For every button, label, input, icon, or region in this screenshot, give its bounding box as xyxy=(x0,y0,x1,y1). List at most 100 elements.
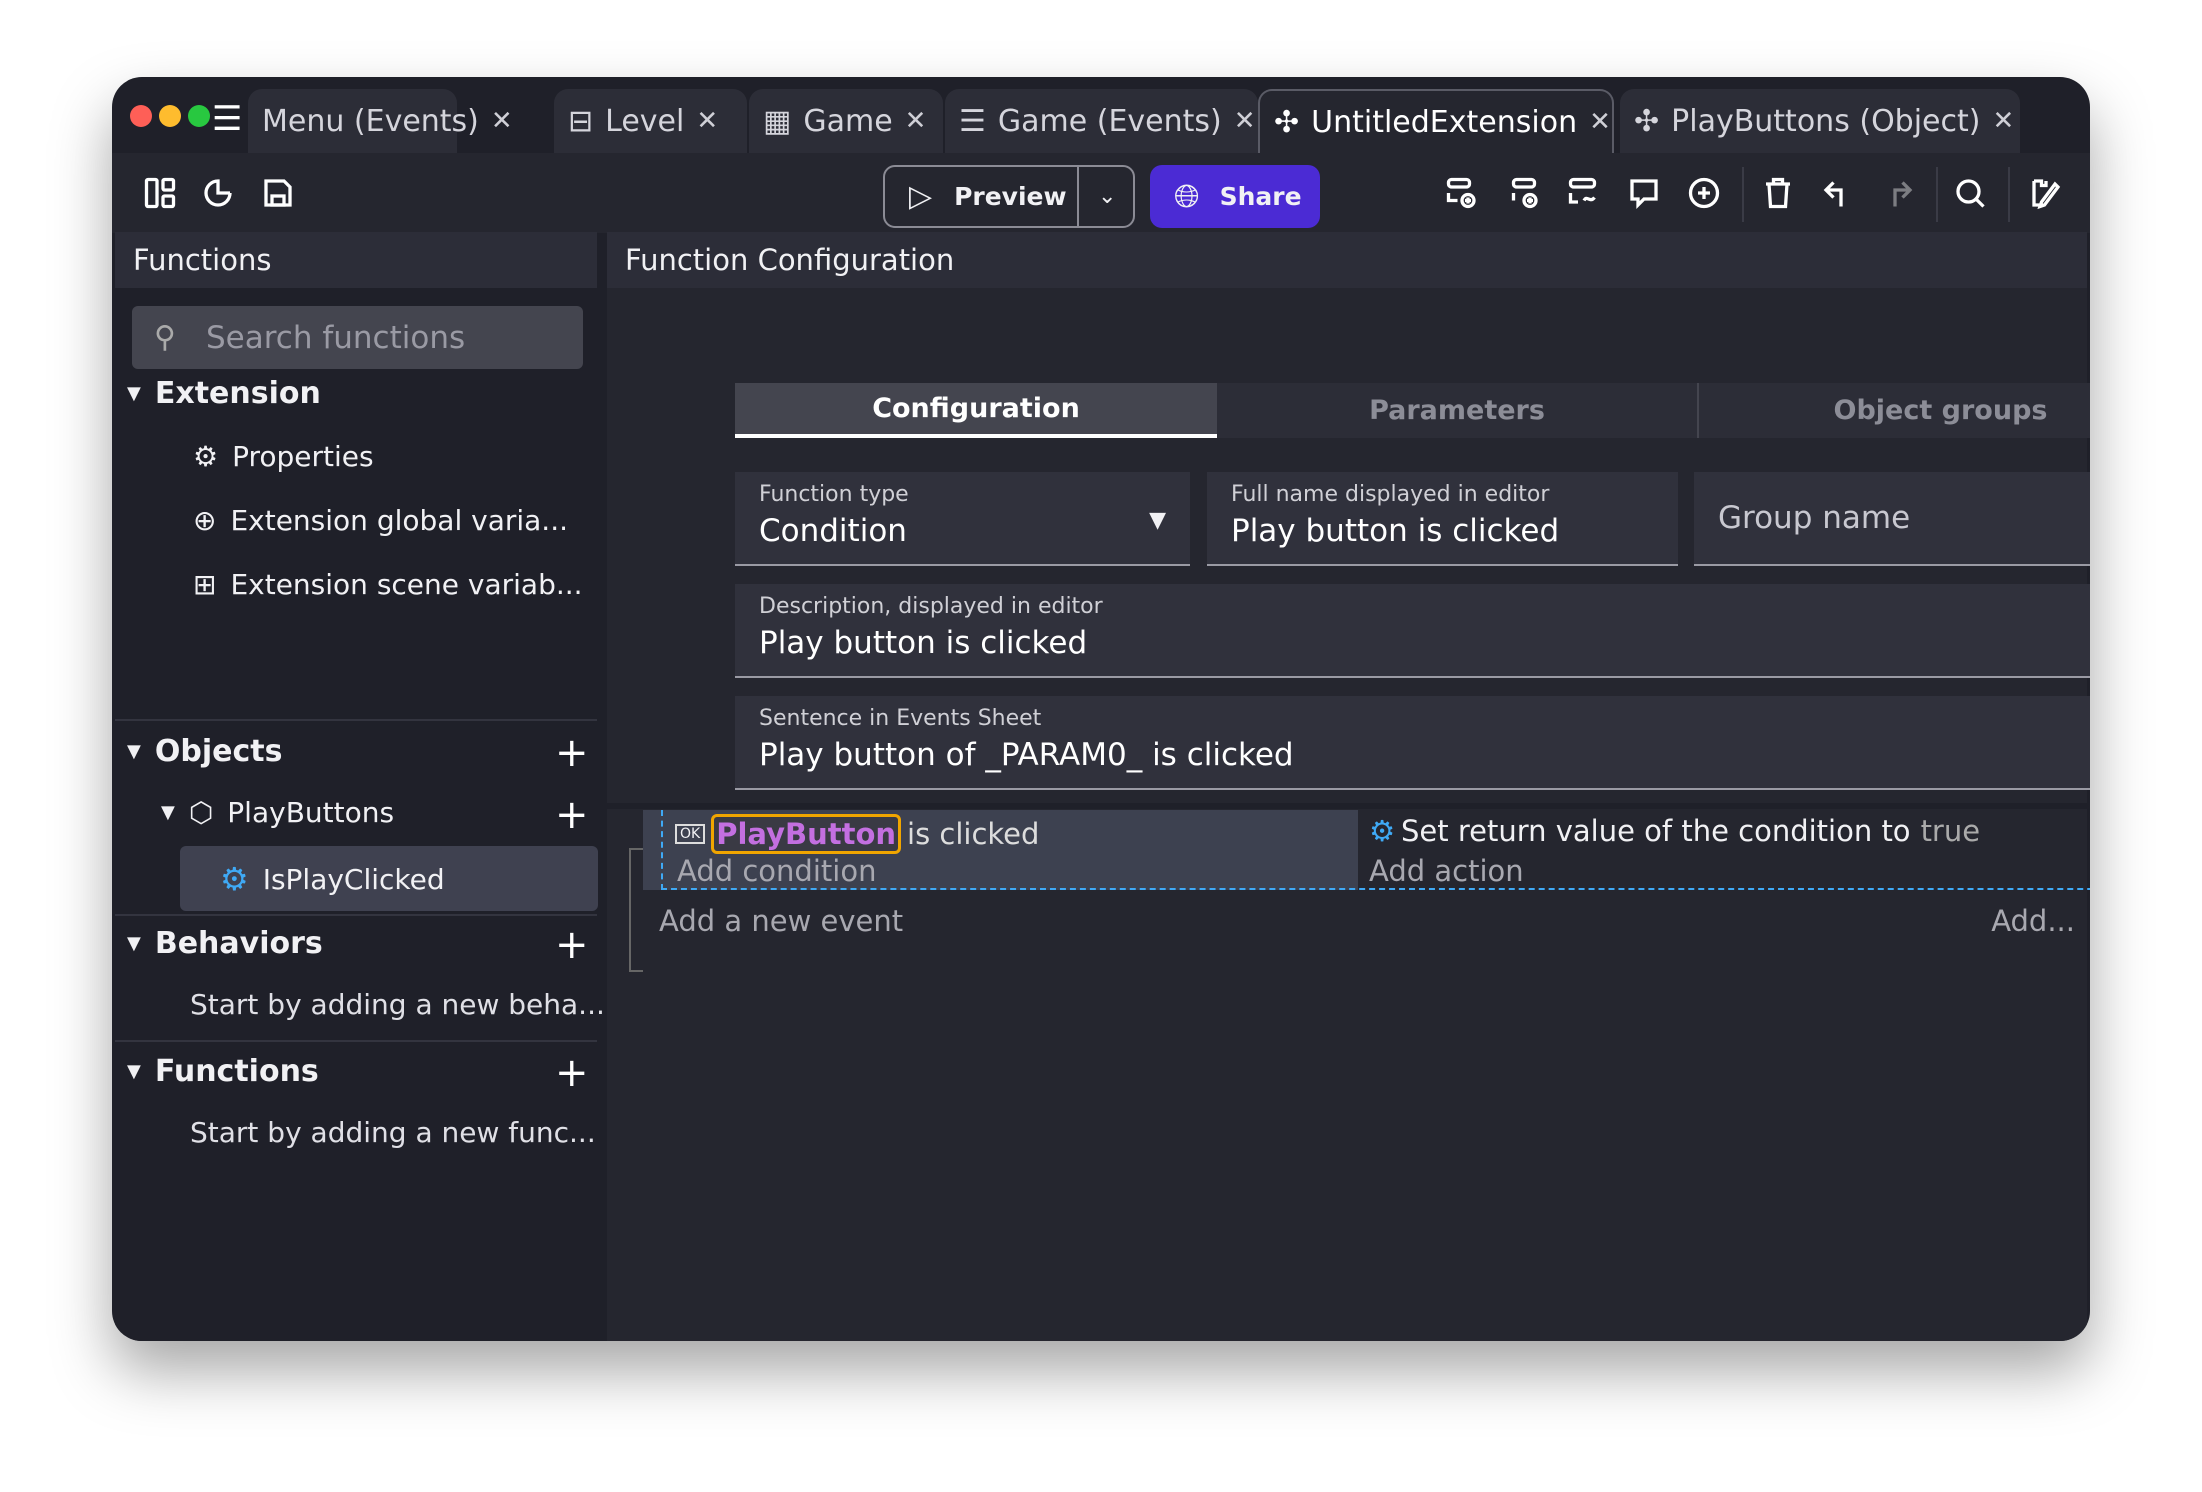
preview-button[interactable]: ▷ Preview ⌄ xyxy=(883,165,1135,228)
share-button[interactable]: 🌐︎ Share xyxy=(1150,165,1320,228)
add-behavior-button[interactable]: + xyxy=(555,925,589,965)
add-other-event-icon[interactable] xyxy=(1564,173,1604,213)
field-value: Condition xyxy=(759,513,907,549)
item-label: Extension global varia... xyxy=(230,504,568,537)
description-input[interactable]: Description, displayed in editor Play bu… xyxy=(735,584,2090,678)
tab-label: UntitledExtension xyxy=(1311,104,1578,140)
add-more-button[interactable]: Add... xyxy=(1991,904,2075,938)
function-configuration-panel: Configuration Parameters Object groups F… xyxy=(607,288,2090,1341)
share-label: Share xyxy=(1219,182,1302,211)
dropdown-arrow-icon: ▼ xyxy=(1149,508,1166,533)
film-icon: ▦ xyxy=(763,103,792,139)
tab-menu-events[interactable]: Menu (Events) ✕ xyxy=(248,89,513,153)
section-label: Extension xyxy=(154,376,321,411)
maximize-window-button[interactable] xyxy=(188,105,210,127)
save-icon[interactable] xyxy=(258,173,298,213)
add-circle-icon[interactable] xyxy=(1684,173,1724,213)
menu-icon[interactable]: ☰ xyxy=(212,99,242,139)
undo-icon[interactable] xyxy=(1818,173,1858,213)
condition[interactable]: OK PlayButton is clicked xyxy=(675,814,1039,854)
close-window-button[interactable] xyxy=(130,105,152,127)
events-icon: ☰ xyxy=(959,103,986,139)
action-value: true xyxy=(1920,814,1981,848)
field-label: Function type xyxy=(759,482,909,507)
full-name-input[interactable]: Full name displayed in editor Play butto… xyxy=(1207,472,1678,566)
scene-variable-icon: ⊞ xyxy=(193,568,217,601)
event-row[interactable]: OK PlayButton is clicked Add condition ⚙… xyxy=(643,810,2090,890)
close-icon[interactable]: ✕ xyxy=(1234,106,1256,136)
tab-untitled-extension[interactable]: ✣ UntitledExtension ✕ xyxy=(1258,89,1614,153)
section-functions[interactable]: ▼ Functions xyxy=(127,1054,319,1089)
comment-icon[interactable] xyxy=(1624,173,1664,213)
properties-item[interactable]: ⚙ Properties xyxy=(193,440,374,473)
add-function-button[interactable]: + xyxy=(555,1053,589,1093)
button-object-icon: OK xyxy=(675,824,706,844)
minimize-window-button[interactable] xyxy=(159,105,181,127)
add-object-function-button[interactable]: + xyxy=(555,795,589,835)
tab-label: Game (Events) xyxy=(997,103,1222,139)
tab-label: Level xyxy=(605,103,685,139)
add-object-button[interactable]: + xyxy=(555,733,589,773)
item-label: IsPlayClicked xyxy=(262,862,445,896)
close-icon[interactable]: ✕ xyxy=(1992,106,2014,136)
section-objects[interactable]: ▼ Objects xyxy=(127,734,282,769)
item-label: Properties xyxy=(232,440,374,473)
preview-label: Preview xyxy=(954,182,1067,211)
scene-variables-item[interactable]: ⊞ Extension scene variab... xyxy=(193,568,583,601)
behaviors-empty-text: Start by adding a new beha... xyxy=(190,988,605,1021)
tab-label: PlayButtons (Object) xyxy=(1671,103,1981,139)
function-type-select[interactable]: Function type Condition ▼ xyxy=(735,472,1190,566)
isplayclicked-item[interactable]: ⚙ IsPlayClicked xyxy=(180,846,598,911)
add-action-button[interactable]: Add action xyxy=(1369,854,1524,888)
object-2d-icon: ⬡ xyxy=(188,796,214,829)
action[interactable]: ⚙ Set return value of the condition to t… xyxy=(1369,814,1980,848)
close-icon[interactable]: ✕ xyxy=(905,106,927,136)
add-event-icon[interactable] xyxy=(1442,173,1482,213)
globe-icon: ⊕ xyxy=(193,504,217,537)
tab-game-events[interactable]: ☰ Game (Events) ✕ xyxy=(945,89,1258,153)
add-new-event-button[interactable]: Add a new event xyxy=(659,904,903,938)
tab-game[interactable]: ▦ Game ✕ xyxy=(749,89,943,153)
search-functions-input[interactable]: ⚲ Search functions xyxy=(132,306,583,369)
function-configuration-title: Function Configuration xyxy=(607,232,2087,288)
redo-icon[interactable] xyxy=(1878,173,1918,213)
app-window: ☰ Menu (Events) ✕ ⊟ Level ✕ ▦ Game ✕ ☰ Game (E… xyxy=(112,77,2090,1341)
search-icon[interactable] xyxy=(1950,173,1990,213)
tab-object-groups[interactable]: Object groups xyxy=(1699,383,2090,438)
chevron-down-icon[interactable]: ⌄ xyxy=(1098,184,1116,209)
section-label: Objects xyxy=(154,734,283,769)
item-label: Extension scene variab... xyxy=(230,568,583,601)
global-variables-item[interactable]: ⊕ Extension global varia... xyxy=(193,504,568,537)
history-icon[interactable] xyxy=(198,173,238,213)
tab-level[interactable]: ⊟ Level ✕ xyxy=(554,89,747,153)
tab-playbuttons-object[interactable]: ✣ PlayButtons (Object) ✕ xyxy=(1620,89,2020,153)
close-icon[interactable]: ✕ xyxy=(1589,107,1611,137)
sentence-input[interactable]: Sentence in Events Sheet Play button of … xyxy=(735,696,2090,790)
tab-label: Menu (Events) xyxy=(262,103,479,139)
functions-panel-title: Functions xyxy=(115,232,597,288)
action-text: Set return value of the condition to xyxy=(1401,814,1911,848)
object-name-parameter[interactable]: PlayButton xyxy=(711,814,902,854)
edit-extension-icon[interactable] xyxy=(2026,173,2066,213)
section-behaviors[interactable]: ▼ Behaviors xyxy=(127,926,323,961)
playbuttons-object-item[interactable]: ▼ ⬡ PlayButtons xyxy=(161,796,394,829)
search-icon: ⚲ xyxy=(154,320,176,355)
group-name-input[interactable]: Group name xyxy=(1694,472,2090,566)
toolbar: ▷ Preview ⌄ 🌐︎ Share xyxy=(112,153,2090,233)
delete-icon[interactable] xyxy=(1758,173,1798,213)
close-icon[interactable]: ✕ xyxy=(491,106,513,136)
section-extension[interactable]: ▼ Extension xyxy=(127,376,321,411)
layout-icon[interactable] xyxy=(140,173,180,213)
field-value: Play button is clicked xyxy=(1231,513,1560,549)
close-icon[interactable]: ✕ xyxy=(696,106,718,136)
field-value: Play button of _PARAM0_ is clicked xyxy=(759,737,1294,773)
field-label: Full name displayed in editor xyxy=(1231,482,1550,507)
add-condition-button[interactable]: Add condition xyxy=(677,854,876,888)
tab-parameters[interactable]: Parameters xyxy=(1217,383,1699,438)
puzzle-icon: ✣ xyxy=(1274,104,1300,140)
add-subevent-icon[interactable] xyxy=(1504,173,1544,213)
puzzle-icon: ✣ xyxy=(1634,103,1660,139)
item-label: PlayButtons xyxy=(227,796,395,829)
tab-configuration[interactable]: Configuration xyxy=(735,383,1217,438)
section-label: Behaviors xyxy=(154,926,323,961)
